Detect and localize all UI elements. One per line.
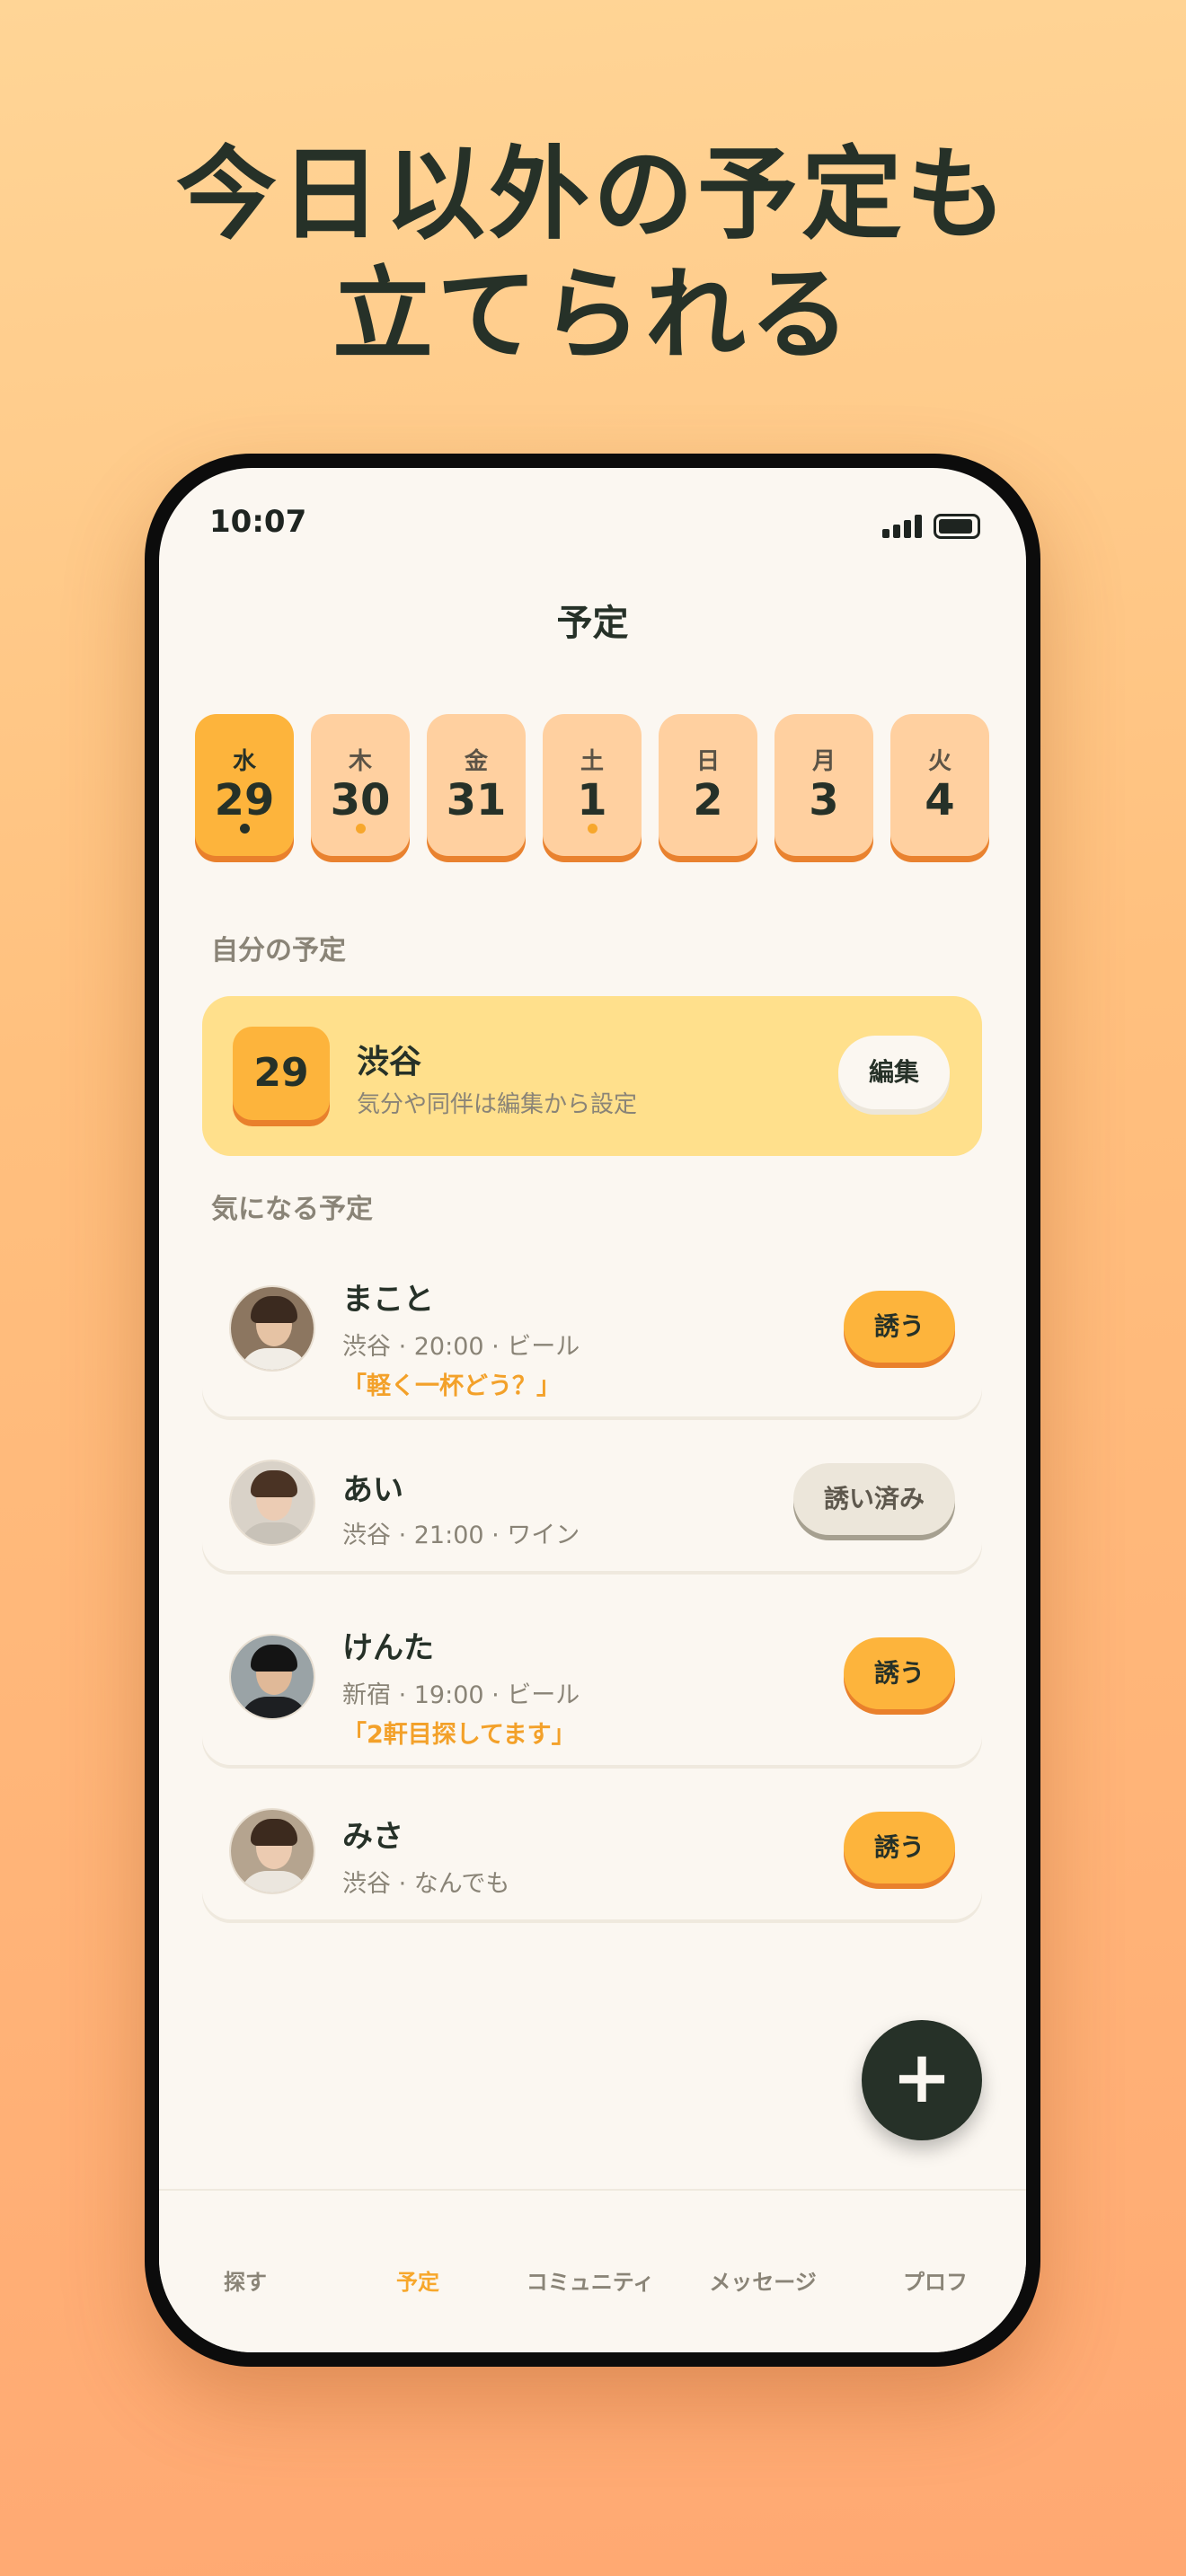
day-weekday: 月 [811, 748, 836, 775]
edit-button[interactable]: 編集 [838, 1036, 950, 1109]
person-meta: 渋谷 · 21:00 · ワイン [342, 1522, 580, 1549]
tab-messages[interactable]: メッセージ [677, 2264, 849, 2296]
day-number: 2 [693, 775, 723, 825]
list-item[interactable]: あい 渋谷 · 21:00 · ワイン 誘い済み [202, 1434, 982, 1571]
avatar [229, 1808, 315, 1894]
day-number: 1 [577, 775, 607, 825]
my-plan-place: 渋谷 [357, 1044, 422, 1081]
status-bar: 10:07 [159, 504, 1026, 558]
day-weekday: 火 [927, 748, 951, 775]
list-item[interactable]: みさ 渋谷 · なんでも 誘う [202, 1781, 982, 1919]
person-name: みさ [342, 1819, 403, 1855]
event-dot [588, 824, 597, 834]
list-item[interactable]: けんた 新宿 · 19:00 · ビール 「2軒目探してます」 誘う [202, 1587, 982, 1765]
my-plan-date: 29 [233, 1027, 330, 1120]
day-chip[interactable]: 日 2 [659, 714, 757, 856]
list-item[interactable]: まこと 渋谷 · 20:00 · ビール 「軽く一杯どう？」 誘う [202, 1240, 982, 1416]
section-label-interested: 気になる予定 [211, 1194, 373, 1225]
tab-explore[interactable]: 探す [159, 2264, 332, 2296]
avatar [229, 1285, 315, 1372]
my-plan-hint: 気分や同伴は編集から設定 [357, 1091, 638, 1118]
day-chip[interactable]: 月 3 [774, 714, 873, 856]
headline: 今日以外の予定も 立てられる [0, 135, 1186, 375]
day-chip[interactable]: 水 29 [195, 714, 294, 856]
day-weekday: 土 [580, 748, 604, 775]
day-chip[interactable]: 火 4 [890, 714, 989, 856]
person-meta: 渋谷 · なんでも [342, 1870, 510, 1898]
day-number: 30 [330, 775, 391, 825]
tab-community[interactable]: コミュニティ [504, 2264, 677, 2296]
status-time: 10:07 [209, 504, 307, 540]
day-number: 29 [214, 775, 275, 825]
day-weekday: 水 [232, 748, 256, 775]
page-title: 予定 [556, 603, 629, 644]
headline-line-1: 今日以外の予定も [176, 137, 1010, 253]
signal-icon [882, 515, 924, 538]
person-quote: 「2軒目探してます」 [342, 1721, 576, 1749]
person-name: まこと [342, 1282, 434, 1318]
invite-button[interactable]: 誘う [844, 1812, 955, 1883]
avatar [229, 1460, 315, 1546]
invite-button[interactable]: 誘う [844, 1637, 955, 1709]
plus-icon: + [891, 2035, 952, 2119]
add-plan-button[interactable]: + [862, 2020, 982, 2140]
battery-icon [934, 514, 980, 539]
person-name: あい [342, 1472, 403, 1508]
person-meta: 新宿 · 19:00 · ビール [342, 1681, 580, 1709]
event-dot [240, 824, 250, 834]
day-number: 3 [809, 775, 839, 825]
person-meta: 渋谷 · 20:00 · ビール [342, 1333, 580, 1361]
day-chip[interactable]: 金 31 [427, 714, 526, 856]
tab-plans[interactable]: 予定 [332, 2264, 504, 2296]
invited-button[interactable]: 誘い済み [793, 1463, 955, 1535]
event-dot [356, 824, 366, 834]
invite-button[interactable]: 誘う [844, 1291, 955, 1363]
day-weekday: 木 [348, 748, 372, 775]
avatar [229, 1634, 315, 1720]
my-plan-card[interactable]: 29 渋谷 気分や同伴は編集から設定 編集 [202, 996, 982, 1156]
day-number: 31 [446, 775, 507, 825]
tab-bar: 探す 予定 コミュニティ メッセージ プロフ [159, 2189, 1026, 2352]
day-weekday: 日 [695, 748, 720, 775]
phone-frame: 10:07 予定 水 29 木 30 金 31 土 1 日 2 月 3 火 4 … [145, 454, 1040, 2367]
person-name: けんた [342, 1630, 434, 1666]
day-selector: 水 29 木 30 金 31 土 1 日 2 月 3 火 4 [195, 714, 990, 858]
day-chip[interactable]: 木 30 [311, 714, 410, 856]
day-weekday: 金 [464, 748, 488, 775]
day-number: 4 [925, 775, 955, 825]
section-label-my-plan: 自分の予定 [211, 935, 346, 966]
day-chip[interactable]: 土 1 [543, 714, 642, 856]
person-quote: 「軽く一杯どう？」 [342, 1372, 561, 1400]
headline-line-2: 立てられる [332, 257, 854, 374]
tab-profile[interactable]: プロフ [849, 2264, 1022, 2296]
phone-screen: 10:07 予定 水 29 木 30 金 31 土 1 日 2 月 3 火 4 … [159, 468, 1026, 2352]
